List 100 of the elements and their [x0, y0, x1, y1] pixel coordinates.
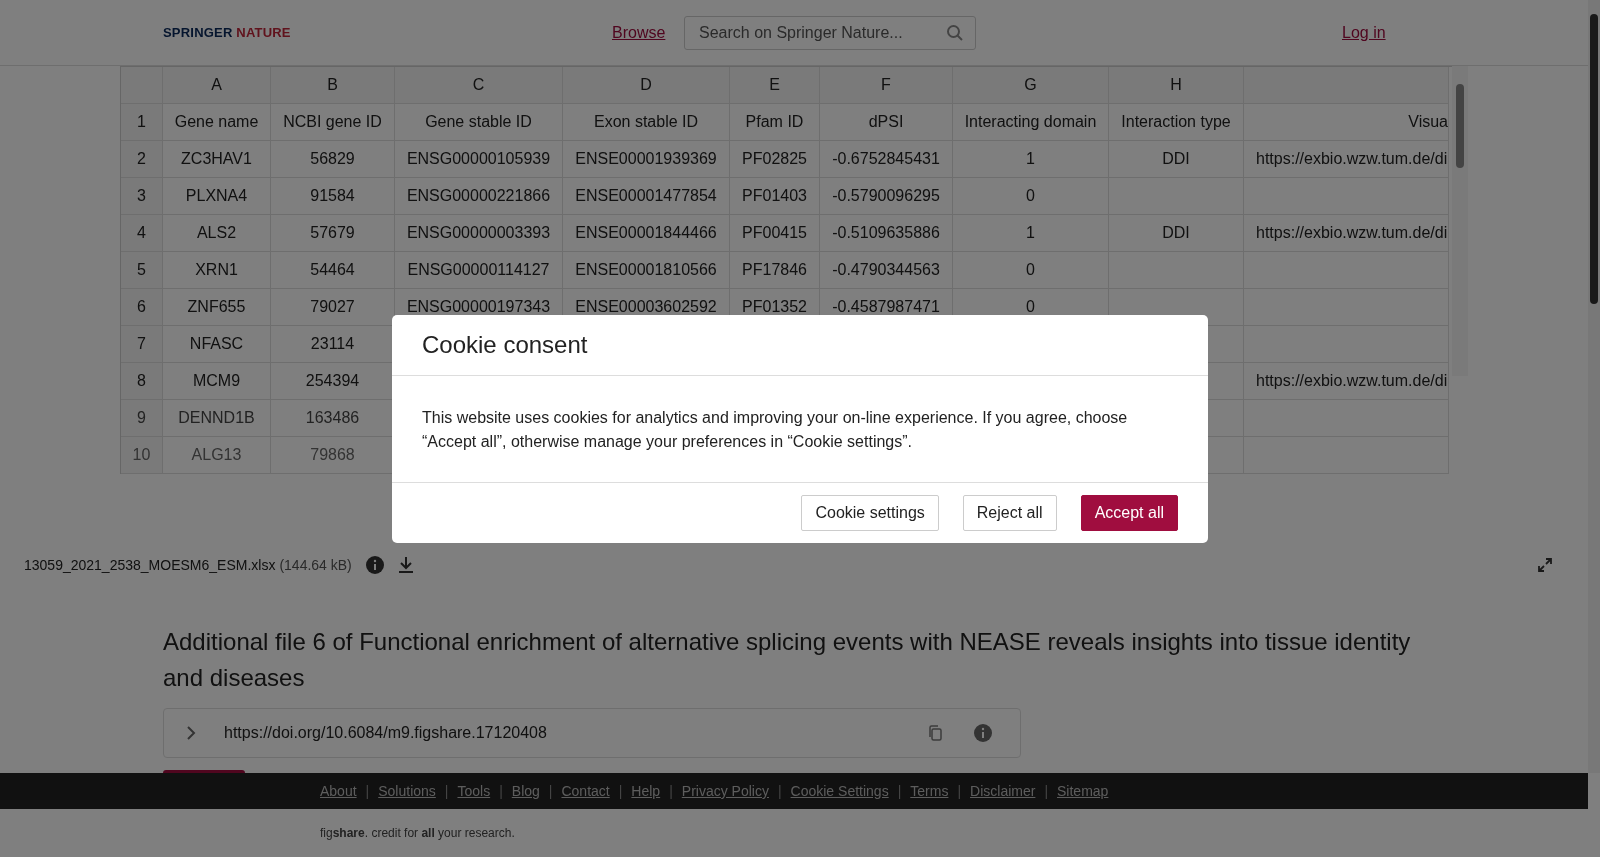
table-cell: ZC3HAV1	[163, 141, 271, 178]
table-cell: ENSE00001844466	[563, 215, 730, 252]
footer-link[interactable]: Sitemap	[1057, 783, 1109, 799]
copy-icon[interactable]	[928, 725, 942, 741]
table-cell: 0	[953, 252, 1109, 289]
separator: |	[957, 783, 962, 799]
separator: |	[1044, 783, 1049, 799]
info-icon[interactable]	[974, 724, 992, 742]
table-cell: -0.4790344563	[820, 252, 953, 289]
table-cell: 54464	[271, 252, 395, 289]
dialog-button[interactable]: Accept all	[1080, 494, 1178, 531]
search-field[interactable]: Search on Springer Nature...	[684, 15, 976, 50]
table-cell: PF00415	[730, 215, 820, 252]
footer-link[interactable]: Help	[631, 783, 661, 799]
table-cell: ENSG00000003393	[395, 215, 563, 252]
table-cell: ENSG00000105939	[395, 141, 563, 178]
dialog-title: Cookie consent	[422, 330, 588, 359]
table-cell: https://exbio.wzw.tum.de/di	[1244, 363, 1449, 400]
column-header: F	[820, 67, 953, 104]
row-number: 3	[121, 178, 163, 215]
table-cell: 1	[953, 141, 1109, 178]
browse-link[interactable]: Browse	[612, 23, 666, 42]
separator: |	[444, 783, 449, 799]
footer-link[interactable]: Blog	[511, 783, 540, 799]
dialog-text: This website uses cookies for analytics and improving your on-line experience. If you agree, choose “Accept all”, otherwise manage your preferences in “Cookie settings”.	[422, 407, 1129, 452]
row-number: 2	[121, 141, 163, 178]
table-cell: DDI	[1109, 215, 1244, 252]
column-header: H	[1109, 67, 1244, 104]
column-header: B	[271, 67, 395, 104]
item-title: Additional file 6 of Functional enrichment of alternative splicing events with NEASE reveals insights into tissue identity and diseases	[163, 627, 1412, 693]
separator: |	[365, 783, 370, 799]
search-icon[interactable]	[946, 23, 964, 42]
table-cell: PF01403	[730, 178, 820, 215]
table-cell: ENSG00000221866	[395, 178, 563, 215]
table-cell: -0.6752845431	[820, 141, 953, 178]
footer-link[interactable]: About	[320, 783, 357, 799]
separator: |	[548, 783, 553, 799]
table-cell: PLXNA4	[163, 178, 271, 215]
info-icon[interactable]	[365, 556, 384, 574]
table-cell: DDI	[1109, 141, 1244, 178]
footer-link[interactable]: Contact	[561, 783, 610, 799]
table-cell: -0.5109635886	[820, 215, 953, 252]
table-cell: dPSI	[820, 104, 953, 141]
footer-link[interactable]: Disclaimer	[970, 783, 1036, 799]
table-cell: ENSG00000114127	[395, 252, 563, 289]
table-cell: 56829	[271, 141, 395, 178]
column-header: A	[163, 67, 271, 104]
table-cell: -0.5790096295	[820, 178, 953, 215]
file-name: 13059_2021_2538_MOESM6_ESM.xlsx	[24, 557, 276, 573]
table-cell: PF02825	[730, 141, 820, 178]
table-cell: 57679	[271, 215, 395, 252]
table-cell: ALG13	[163, 437, 271, 474]
footer-link[interactable]: Terms	[910, 783, 949, 799]
table-cell: Interaction type	[1109, 104, 1244, 141]
login-link[interactable]: Log in	[1342, 23, 1386, 42]
table-cell: ENSE00001477854	[563, 178, 730, 215]
row-number: 4	[121, 215, 163, 252]
doi-link[interactable]: https://doi.org/10.6084/m9.figshare.17120408	[224, 724, 928, 742]
table-cell: Gene name	[163, 104, 271, 141]
table-cell: Pfam ID	[730, 104, 820, 141]
separator: |	[897, 783, 902, 799]
row-number: 9	[121, 400, 163, 437]
table-cell: 0	[953, 178, 1109, 215]
column-header: G	[953, 67, 1109, 104]
file-size: (144.64 kB)	[279, 557, 352, 573]
row-number: 5	[121, 252, 163, 289]
chevron-icon[interactable]	[186, 725, 196, 741]
table-cell: NCBI gene ID	[271, 104, 395, 141]
logo[interactable]: SPRINGER NATURE	[163, 25, 291, 40]
table-cell: Visua	[1244, 104, 1449, 141]
table-cell: 91584	[271, 178, 395, 215]
column-header: E	[730, 67, 820, 104]
separator: |	[618, 783, 623, 799]
dialog-button[interactable]: Reject all	[962, 494, 1057, 531]
table-cell: NFASC	[163, 326, 271, 363]
row-number: 10	[121, 437, 163, 474]
row-number: 6	[121, 289, 163, 326]
scrollbar[interactable]	[1452, 66, 1468, 376]
column-header: C	[395, 67, 563, 104]
separator: |	[499, 783, 503, 799]
footer-link[interactable]: Solutions	[378, 783, 436, 799]
row-number: 8	[121, 363, 163, 400]
expand-icon[interactable]	[1538, 558, 1552, 572]
dialog-button[interactable]: Cookie settings	[801, 494, 939, 531]
footer-link[interactable]: Tools	[457, 783, 491, 799]
column-header: D	[563, 67, 730, 104]
footer-link[interactable]: Cookie Settings	[790, 783, 889, 799]
table-cell: Exon stable ID	[563, 104, 730, 141]
download-icon[interactable]	[397, 556, 414, 574]
table-cell: ZNF655	[163, 289, 271, 326]
row-number: 1	[121, 104, 163, 141]
footer-link[interactable]: Privacy Policy	[681, 783, 769, 799]
table-cell: ENSE00001810566	[563, 252, 730, 289]
table-cell: MCM9	[163, 363, 271, 400]
table-cell: ENSE00001939369	[563, 141, 730, 178]
table-cell: Gene stable ID	[395, 104, 563, 141]
table-cell: XRN1	[163, 252, 271, 289]
scrollbar[interactable]	[1588, 0, 1600, 773]
table-cell: DENND1B	[163, 400, 271, 437]
table-cell: https://exbio.wzw.tum.de/di	[1244, 215, 1449, 252]
